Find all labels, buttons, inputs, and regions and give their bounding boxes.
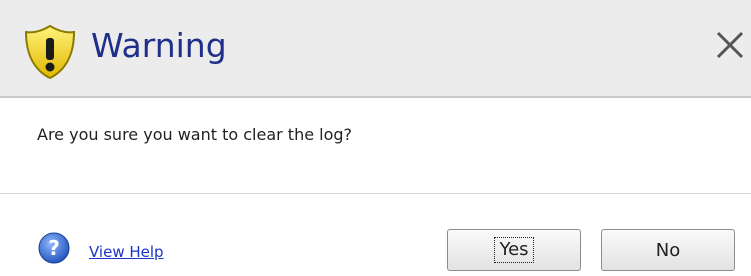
dialog-title: Warning — [91, 26, 227, 65]
divider — [0, 193, 751, 194]
help-icon[interactable]: ? — [38, 232, 70, 264]
no-button[interactable]: No — [601, 229, 735, 271]
dialog-message: Are you sure you want to clear the log? — [37, 125, 353, 144]
warning-shield-icon — [24, 24, 76, 80]
view-help-link[interactable]: View Help — [89, 243, 164, 261]
svg-text:?: ? — [48, 236, 60, 260]
yes-button-label: Yes — [494, 237, 534, 263]
close-icon[interactable] — [713, 28, 747, 62]
yes-button[interactable]: Yes — [447, 229, 581, 271]
no-button-label: No — [655, 239, 681, 261]
dialog-header: Warning — [0, 0, 751, 98]
